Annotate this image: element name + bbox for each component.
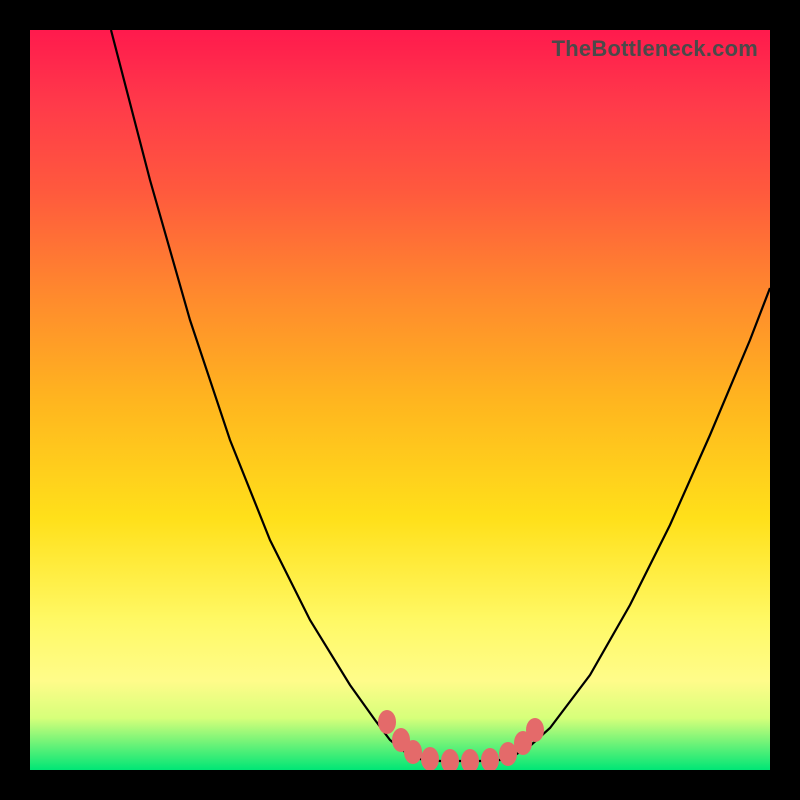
valley-marker [526, 718, 544, 742]
valley-marker [481, 748, 499, 770]
valley-marker [421, 747, 439, 770]
curve-svg [30, 30, 770, 770]
valley-marker [404, 740, 422, 764]
valley-marker [461, 749, 479, 770]
bottleneck-curve [111, 30, 770, 761]
valley-markers [378, 710, 544, 770]
plot-area: TheBottleneck.com [30, 30, 770, 770]
chart-frame: TheBottleneck.com [0, 0, 800, 800]
valley-marker [441, 749, 459, 770]
valley-marker [378, 710, 396, 734]
